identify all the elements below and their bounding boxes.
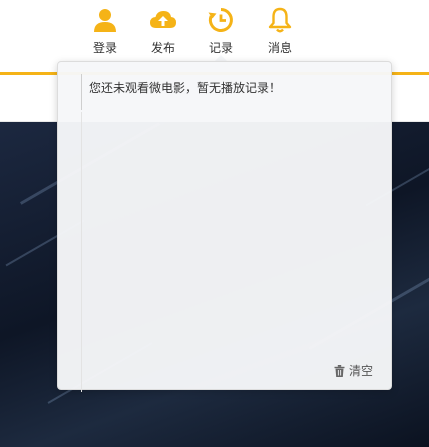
nav-publish[interactable]: 发布 [141, 6, 185, 66]
nav-messages[interactable]: 消息 [258, 6, 302, 66]
nav-login[interactable]: 登录 [83, 6, 127, 66]
popup-divider [81, 112, 82, 392]
trash-icon [334, 364, 345, 377]
clear-history-label: 清空 [348, 364, 373, 378]
nav-messages-label: 消息 [267, 41, 292, 55]
user-icon [94, 9, 116, 32]
history-icon [208, 8, 233, 32]
nav-history-label: 记录 [208, 41, 233, 55]
bell-icon [268, 7, 292, 33]
nav-publish-label: 发布 [150, 41, 175, 55]
history-popup: 您还未观看微电影，暂无播放记录！ 清空 [57, 61, 392, 392]
nav-login-label: 登录 [92, 41, 117, 55]
history-empty-message: 您还未观看微电影，暂无播放记录！ [81, 74, 281, 110]
clear-history-button[interactable]: 清空 [334, 362, 373, 379]
cloud-upload-icon [150, 11, 176, 28]
